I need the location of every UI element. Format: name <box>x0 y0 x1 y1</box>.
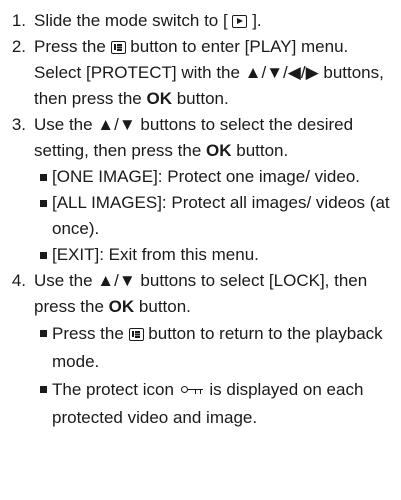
option-text: [ONE IMAGE]: Protect one image/ video. <box>52 167 361 186</box>
note-text: Press the <box>52 324 124 343</box>
step-text: ]. <box>252 11 262 30</box>
bullet-square-icon <box>38 242 52 268</box>
option-item-exit: [EXIT]: Exit from this menu. <box>38 242 395 268</box>
step-text: button. <box>236 141 289 160</box>
step-text: Use the ▲/▼ buttons to select the desire… <box>34 115 354 160</box>
menu-button-icon <box>110 41 126 54</box>
bullet-square-icon <box>38 164 52 190</box>
step-3: 3. Use the ▲/▼ buttons to select the des… <box>0 112 395 164</box>
option-item-one-image: [ONE IMAGE]: Protect one image/ video. <box>38 164 395 190</box>
step-1: 1. Slide the mode switch to [ ]. <box>0 8 395 34</box>
ok-label: OK <box>206 141 232 160</box>
ok-label: OK <box>146 89 172 108</box>
note-item-protect-icon: The protect icon is displayed on each pr… <box>38 376 395 432</box>
bullet-square-icon <box>38 320 52 346</box>
step-2: 2. Press the button to enter [PLAY] menu… <box>0 34 395 112</box>
ok-label: OK <box>108 297 135 316</box>
option-item-all-images: [ALL IMAGES]: Protect all images/ videos… <box>38 190 395 242</box>
step-text: Slide the mode switch to [ <box>34 11 228 30</box>
step-text: Use the ▲/▼ buttons to select [LOCK], th… <box>34 271 368 316</box>
note-text: The protect icon <box>52 380 174 399</box>
option-text: [ALL IMAGES]: Protect all images/ videos… <box>52 193 390 238</box>
step-number: 1. <box>11 11 26 30</box>
step-number: 4. <box>11 271 26 290</box>
menu-button-icon <box>128 328 144 341</box>
playback-mode-icon <box>232 15 248 28</box>
step-number: 2. <box>11 37 26 56</box>
step-number: 3. <box>11 115 26 134</box>
option-text: [EXIT]: Exit from this menu. <box>52 245 259 264</box>
note-item-return: Press the button to return to the playba… <box>38 320 395 376</box>
step-text: Press the <box>34 37 106 56</box>
step-4: 4. Use the ▲/▼ buttons to select [LOCK],… <box>0 268 395 320</box>
instruction-page: 1. Slide the mode switch to [ ]. 2. Pres… <box>0 0 401 500</box>
bullet-square-icon <box>38 376 52 402</box>
protect-key-icon <box>180 385 203 395</box>
bullet-square-icon <box>38 190 52 216</box>
step-text: button. <box>138 297 191 316</box>
step-text: button. <box>176 89 229 108</box>
